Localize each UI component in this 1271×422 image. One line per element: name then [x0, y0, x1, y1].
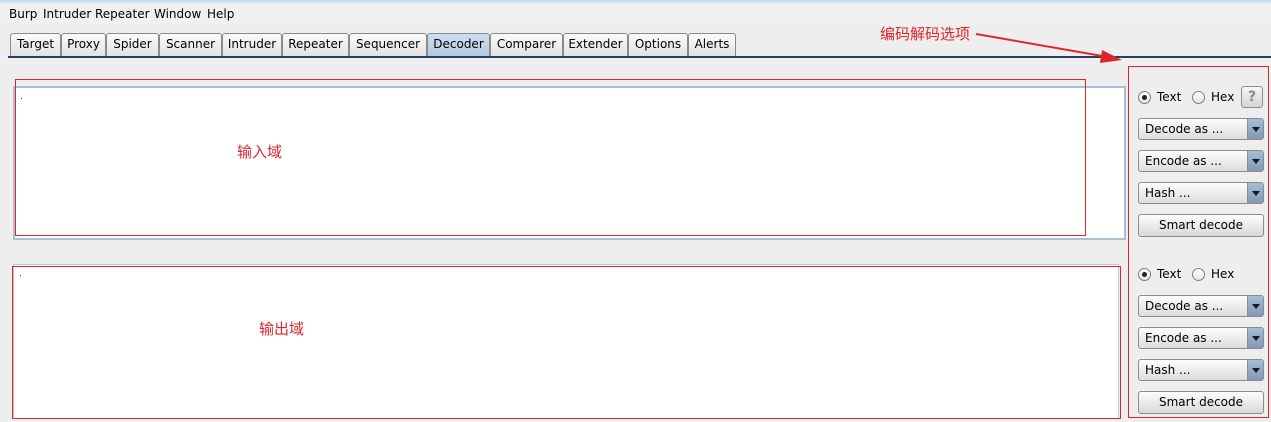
output-text-radio-label: Text: [1157, 267, 1182, 281]
chevron-down-icon: [1247, 119, 1263, 139]
input-hash-label: Hash ...: [1145, 186, 1191, 200]
chevron-down-icon: [1247, 360, 1263, 380]
output-encode-as-label: Encode as ...: [1145, 331, 1222, 345]
output-decode-as-select[interactable]: Decode as ...: [1138, 295, 1264, 317]
input-decode-as-select[interactable]: Decode as ...: [1138, 118, 1264, 140]
output-hex-radio[interactable]: [1192, 268, 1205, 281]
input-hash-select[interactable]: Hash ...: [1138, 182, 1264, 204]
output-smart-decode-button[interactable]: Smart decode: [1138, 391, 1264, 414]
output-text-radio[interactable]: [1138, 268, 1151, 281]
input-hex-radio[interactable]: [1192, 91, 1205, 104]
input-encode-as-label: Encode as ...: [1145, 154, 1222, 168]
output-hex-radio-label: Hex: [1211, 267, 1235, 281]
input-text-radio-label: Text: [1157, 90, 1182, 104]
annotation-arrow-icon: [975, 33, 1122, 63]
input-text-radio[interactable]: [1138, 91, 1151, 104]
input-hex-radio-label: Hex: [1211, 90, 1235, 104]
output-hash-label: Hash ...: [1145, 363, 1191, 377]
output-hash-select[interactable]: Hash ...: [1138, 359, 1264, 381]
chevron-down-icon: [1247, 151, 1263, 171]
chevron-down-icon: [1247, 183, 1263, 203]
output-encode-as-select[interactable]: Encode as ...: [1138, 327, 1264, 349]
chevron-down-icon: [1247, 296, 1263, 316]
chevron-down-icon: [1247, 328, 1263, 348]
output-decode-as-label: Decode as ...: [1145, 299, 1224, 313]
input-encode-as-select[interactable]: Encode as ...: [1138, 150, 1264, 172]
help-icon[interactable]: ?: [1241, 86, 1263, 108]
input-decode-as-label: Decode as ...: [1145, 122, 1224, 136]
input-smart-decode-button[interactable]: Smart decode: [1138, 214, 1264, 237]
